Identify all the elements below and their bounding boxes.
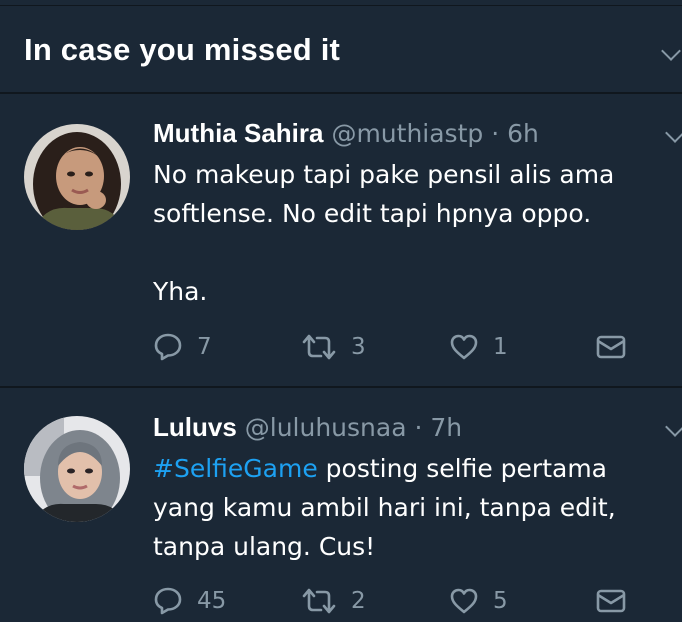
handle[interactable]: @luluhusnaa — [245, 413, 407, 442]
like-button[interactable]: 1 — [449, 327, 508, 367]
handle[interactable]: @muthiastp — [331, 119, 483, 148]
top-divider — [0, 0, 682, 8]
reply-count: 7 — [197, 334, 212, 360]
reply-button[interactable]: 45 — [153, 581, 226, 621]
section-header: In case you missed it — [0, 8, 682, 94]
retweet-icon — [302, 334, 336, 360]
chevron-down-icon[interactable] — [665, 123, 682, 143]
display-name[interactable]: Luluvs — [153, 412, 237, 442]
dm-button[interactable] — [595, 327, 627, 367]
reply-button[interactable]: 7 — [153, 327, 212, 367]
dm-icon — [596, 335, 626, 359]
tweet[interactable]: Luluvs @luluhusnaa · 7h #SelfieGame post… — [0, 390, 682, 622]
retweet-count: 3 — [351, 334, 366, 360]
timestamp[interactable]: 6h — [507, 119, 539, 148]
hashtag-link[interactable]: #SelfieGame — [153, 454, 318, 483]
section-title: In case you missed it — [24, 32, 341, 67]
dm-icon — [596, 589, 626, 613]
reply-icon — [154, 587, 182, 615]
tweet-actions: 45 2 5 — [153, 581, 653, 621]
tweet-header: Luluvs @luluhusnaa · 7h — [153, 412, 462, 443]
avatar[interactable] — [24, 416, 130, 522]
tweet-actions: 7 3 1 — [153, 327, 653, 367]
reply-count: 45 — [197, 588, 227, 614]
tweet[interactable]: Muthia Sahira @muthiastp · 6h No makeup … — [0, 96, 682, 388]
retweet-count: 2 — [351, 588, 366, 614]
tweet-text: No makeup tapi pake pensil alis ama soft… — [153, 160, 615, 306]
timestamp[interactable]: 7h — [430, 413, 462, 442]
separator: · — [491, 119, 500, 148]
avatar[interactable] — [24, 124, 130, 230]
retweet-button[interactable]: 3 — [301, 327, 366, 367]
like-count: 5 — [493, 588, 508, 614]
separator: · — [414, 413, 423, 442]
like-icon — [450, 588, 478, 614]
like-count: 1 — [493, 334, 508, 360]
retweet-button[interactable]: 2 — [301, 581, 366, 621]
like-button[interactable]: 5 — [449, 581, 508, 621]
chevron-down-icon[interactable] — [661, 41, 681, 61]
tweet-header: Muthia Sahira @muthiastp · 6h — [153, 118, 539, 149]
like-icon — [450, 334, 478, 360]
tweet-text: #SelfieGame posting selfie pertama yang … — [153, 449, 663, 566]
reply-icon — [154, 333, 182, 361]
display-name[interactable]: Muthia Sahira — [153, 118, 323, 148]
dm-button[interactable] — [595, 581, 627, 621]
chevron-down-icon[interactable] — [665, 417, 682, 437]
retweet-icon — [302, 588, 336, 614]
